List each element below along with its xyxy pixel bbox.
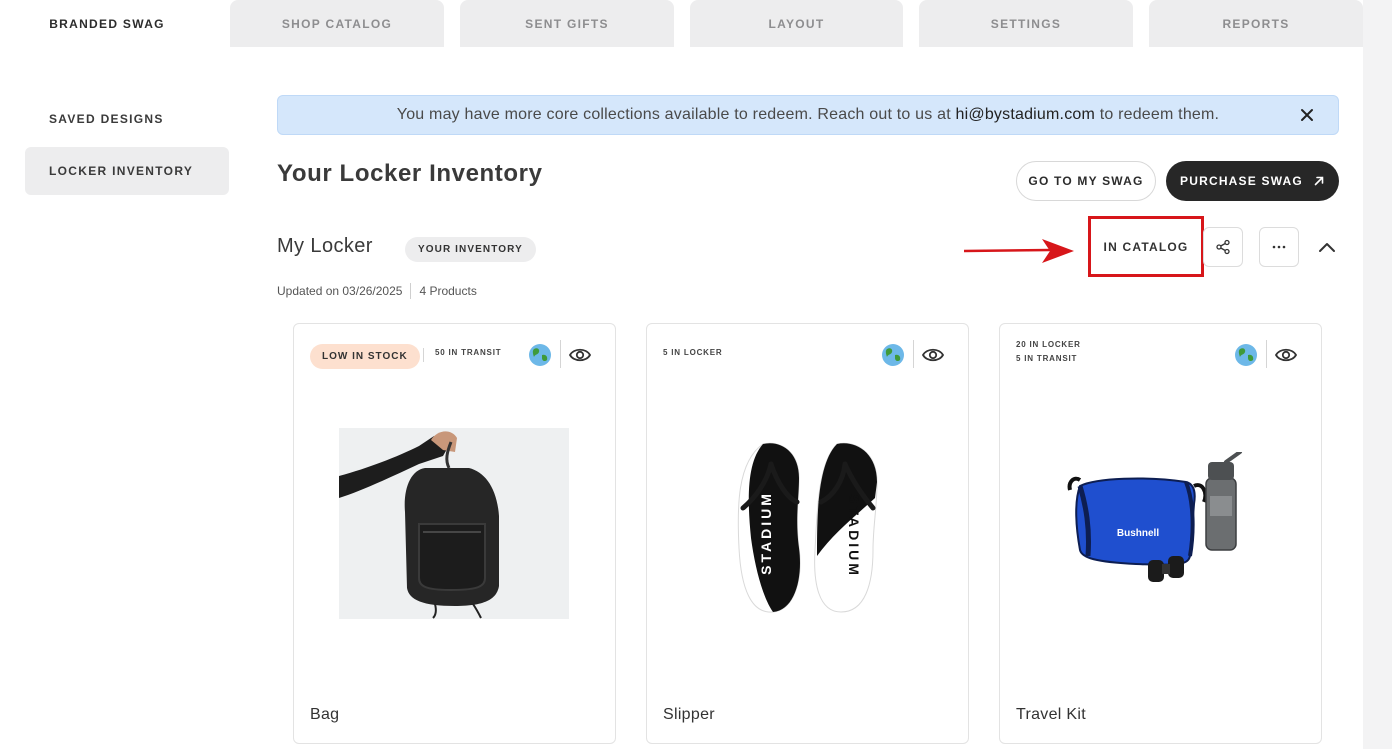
- share-button[interactable]: [1203, 227, 1243, 267]
- product-count: 4 Products: [419, 284, 477, 298]
- divider: [913, 340, 914, 368]
- inventory-badge: YOUR INVENTORY: [405, 237, 536, 262]
- stock-line: 5 IN TRANSIT: [1016, 354, 1078, 363]
- divider: [1266, 340, 1267, 368]
- share-icon: [1216, 239, 1230, 255]
- eye-icon[interactable]: [1274, 344, 1298, 366]
- product-name: Slipper: [663, 706, 715, 723]
- tab-settings[interactable]: SETTINGS: [919, 0, 1133, 47]
- updated-date: Updated on 03/26/2025: [277, 284, 403, 298]
- slipper-brand-text: STADIUM: [758, 491, 774, 575]
- product-name: Bag: [310, 706, 340, 723]
- backpack-image: [339, 428, 569, 619]
- banner-text-after: to redeem them.: [1099, 106, 1220, 123]
- sidebar-item-saved-designs[interactable]: SAVED DESIGNS: [25, 95, 229, 143]
- purchase-swag-label: PURCHASE SWAG: [1180, 174, 1303, 188]
- page-title: Your Locker Inventory: [277, 160, 543, 187]
- divider: [560, 340, 561, 368]
- divider: [410, 283, 412, 299]
- tab-reports[interactable]: REPORTS: [1149, 0, 1363, 47]
- globe-icon: [529, 344, 551, 366]
- go-to-my-swag-button[interactable]: GO TO MY SWAG: [1016, 161, 1156, 201]
- product-card-slipper[interactable]: 5 IN LOCKER STADIUM STADIUM Slipper: [646, 323, 969, 744]
- flip-flops-image: STADIUM STADIUM: [737, 442, 878, 613]
- sidebar-item-locker-inventory[interactable]: LOCKER INVENTORY: [25, 147, 229, 195]
- stock-line: 20 IN LOCKER: [1016, 340, 1081, 349]
- top-tabs: BRANDED SWAG SHOP CATALOG SENT GIFTS LAY…: [0, 0, 1363, 47]
- travel-kit-image: Bushnell: [1067, 452, 1242, 582]
- divider: [423, 348, 424, 362]
- info-banner: You may have more core collections avail…: [277, 95, 1339, 135]
- red-arrow-annotation: [963, 239, 1074, 263]
- product-card-bag[interactable]: LOW IN STOCK 50 IN TRANSIT Bag: [293, 323, 616, 744]
- tab-branded-swag[interactable]: BRANDED SWAG: [0, 0, 214, 47]
- kit-brand-text: Bushnell: [1117, 528, 1159, 539]
- chevron-up-icon[interactable]: [1316, 237, 1338, 257]
- tab-sent-gifts[interactable]: SENT GIFTS: [460, 0, 674, 47]
- eye-icon[interactable]: [568, 344, 592, 366]
- purchase-swag-button[interactable]: PURCHASE SWAG: [1166, 161, 1339, 201]
- external-link-icon: [1314, 176, 1324, 186]
- banner-email-link[interactable]: hi@bystadium.com: [956, 106, 1096, 124]
- eye-icon[interactable]: [921, 344, 945, 366]
- close-icon[interactable]: [1298, 106, 1316, 124]
- low-stock-badge: LOW IN STOCK: [310, 344, 420, 369]
- product-card-travel-kit[interactable]: 20 IN LOCKER 5 IN TRANSIT Bushnell Trave…: [999, 323, 1322, 744]
- tab-shop-catalog[interactable]: SHOP CATALOG: [230, 0, 444, 47]
- product-name: Travel Kit: [1016, 706, 1086, 723]
- slipper-brand-text: STADIUM: [846, 494, 862, 578]
- locker-title: My Locker: [277, 235, 373, 257]
- locker-meta: Updated on 03/26/2025 4 Products: [277, 283, 477, 299]
- banner-text-before: You may have more core collections avail…: [396, 106, 951, 123]
- globe-icon: [882, 344, 904, 366]
- in-catalog-button[interactable]: IN CATALOG: [1088, 216, 1204, 277]
- globe-icon: [1235, 344, 1257, 366]
- more-options-button[interactable]: [1259, 227, 1299, 267]
- stock-line: 5 IN LOCKER: [663, 348, 723, 357]
- right-gutter: [1363, 0, 1392, 749]
- tab-layout[interactable]: LAYOUT: [690, 0, 903, 47]
- ellipsis-icon: [1272, 245, 1286, 249]
- stock-line: 50 IN TRANSIT: [435, 348, 502, 357]
